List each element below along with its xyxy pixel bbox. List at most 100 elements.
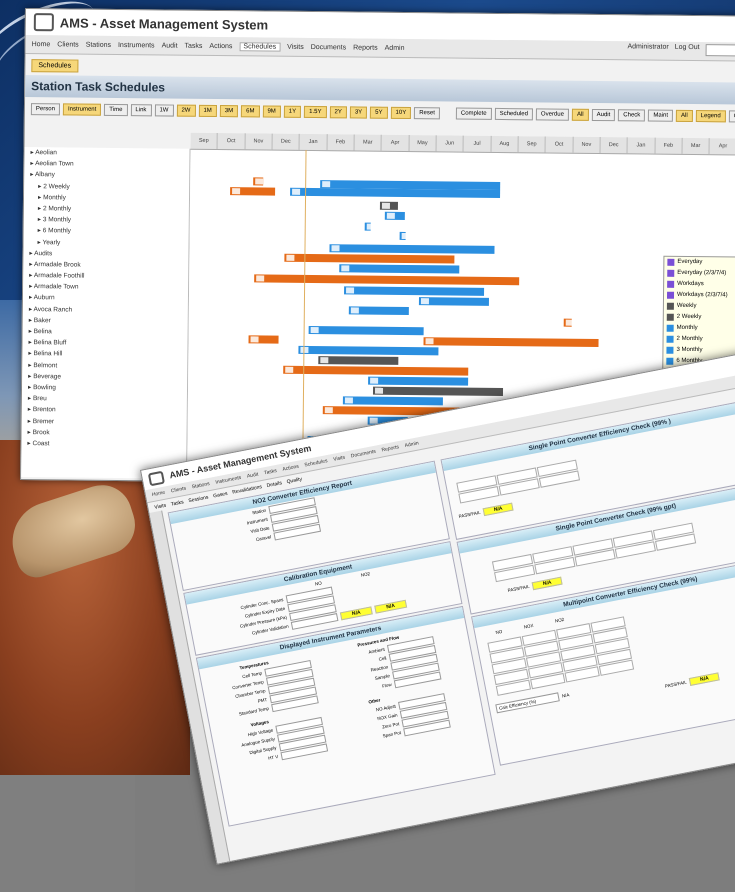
tree-item-label: Armadale Foothill (33, 272, 85, 280)
schedule-bar[interactable] (372, 386, 504, 397)
search-input[interactable] (705, 44, 735, 57)
schedule-bar[interactable] (379, 201, 398, 210)
menu2-item-reports[interactable]: Reports (381, 444, 399, 453)
menu2-item-schedules[interactable]: Schedules (304, 458, 328, 468)
legend-label: 2 Monthly (676, 335, 703, 343)
submenu-item-gases[interactable]: Gases (213, 490, 228, 499)
schedule-bar[interactable] (290, 187, 501, 198)
menu2-item-admin[interactable]: Admin (404, 440, 419, 449)
toolbar-right-btn-4[interactable]: Audit (591, 108, 616, 122)
toolbar-btn-0[interactable]: Person (30, 103, 61, 116)
admin-user[interactable]: Administrator (627, 43, 668, 55)
schedule-bar[interactable] (399, 231, 410, 240)
toolbar-btn-8[interactable]: 6M (241, 105, 260, 118)
tree-item[interactable]: ▸ Coast (21, 438, 186, 451)
toolbar-btn-6[interactable]: 1M (198, 104, 217, 118)
menu2-item-documents[interactable]: Documents (350, 449, 376, 460)
menu2-item-audit[interactable]: Audit (247, 472, 259, 480)
menu2-item-tasks[interactable]: Tasks (264, 468, 278, 476)
toolbar-btn-1[interactable]: Instrument (62, 103, 102, 116)
schedules-button[interactable]: Schedules (31, 59, 79, 73)
menu-item-admin[interactable]: Admin (385, 44, 405, 51)
schedule-bar[interactable] (254, 274, 520, 286)
menu2-item-visits[interactable]: Visits (333, 455, 346, 463)
toolbar-btn-12[interactable]: 2Y (329, 106, 347, 119)
bar-tag-icon (292, 188, 301, 195)
toolbar-right-btn-2[interactable]: Overdue (535, 108, 570, 121)
toolbar-right-btn-3[interactable]: All (571, 108, 589, 121)
toolbar-btn-7[interactable]: 3M (219, 105, 239, 118)
logout-link[interactable]: Log Out (675, 44, 700, 56)
schedule-bar[interactable] (384, 211, 405, 220)
submenu-item-sessions[interactable]: Sessions (188, 494, 209, 504)
toolbar-btn-10[interactable]: 1Y (283, 105, 302, 118)
calc-efficiency-button[interactable]: Calc Efficiency (%) (495, 692, 560, 714)
toolbar-btn-5[interactable]: 2W (176, 104, 196, 117)
schedule-bar[interactable] (253, 177, 264, 186)
schedule-bar[interactable] (423, 337, 599, 348)
toolbar-btn-13[interactable]: 3Y (349, 106, 368, 119)
menu-item-instruments[interactable]: Instruments (118, 41, 155, 48)
schedule-bar[interactable] (342, 396, 443, 406)
schedule-bar[interactable] (418, 297, 489, 306)
schedule-bar[interactable] (364, 222, 375, 231)
toolbar-btn-14[interactable]: 5Y (370, 106, 388, 119)
bar-tag-icon (370, 377, 379, 384)
menu-item-documents[interactable]: Documents (311, 43, 346, 50)
toolbar-right-btn-9[interactable]: Center (728, 110, 735, 123)
schedule-bar[interactable] (230, 187, 276, 196)
toolbar-right-btn-1[interactable]: Scheduled (494, 107, 534, 121)
bar-tag-icon (344, 397, 353, 404)
legend-label: Workdays (2/3/7/4) (677, 291, 728, 299)
schedule-bar[interactable] (344, 286, 485, 296)
menu2-item-stations[interactable]: Stations (191, 481, 210, 490)
schedule-bar[interactable] (368, 376, 469, 386)
toolbar-btn-9[interactable]: 9M (262, 105, 281, 118)
tree-item-label: Aeolian (35, 149, 57, 157)
schedule-bar[interactable] (298, 345, 439, 356)
toolbar-btn-15[interactable]: 10Y (390, 106, 412, 120)
schedule-bar[interactable] (283, 365, 469, 376)
toolbar-btn-16[interactable]: Reset (414, 107, 440, 120)
submenu-item-quality[interactable]: Quality (286, 476, 302, 485)
menu2-item-instruments[interactable]: Instruments (215, 475, 242, 486)
menu-item-audit[interactable]: Audit (162, 42, 178, 49)
submenu-item-visits[interactable]: Visits (154, 502, 167, 510)
menu-item-schedules[interactable]: Schedules (239, 41, 281, 52)
bar-tag-icon (286, 254, 295, 261)
menu-item-stations[interactable]: Stations (86, 41, 111, 48)
submenu-item-revalidations[interactable]: Revalidations (232, 484, 263, 496)
menu-item-clients[interactable]: Clients (57, 41, 78, 48)
menu2-item-clients[interactable]: Clients (170, 486, 186, 495)
timeline-month: Feb (327, 134, 355, 151)
toolbar-btn-3[interactable]: Link (130, 104, 152, 117)
menu-item-visits[interactable]: Visits (287, 43, 304, 50)
menu-item-home[interactable]: Home (32, 41, 51, 48)
menu-item-reports[interactable]: Reports (353, 44, 378, 51)
schedule-bar[interactable] (318, 356, 399, 365)
toolbar-right-btn-6[interactable]: Maint (648, 109, 674, 122)
schedule-bar[interactable] (339, 264, 460, 274)
toolbar-right-btn-0[interactable]: Complete (455, 107, 492, 120)
menu-item-actions[interactable]: Actions (209, 42, 232, 49)
submenu-item-details[interactable]: Details (266, 480, 282, 489)
schedule-bar[interactable] (348, 306, 409, 316)
menu-item-tasks[interactable]: Tasks (185, 42, 203, 49)
timeline-month: Mar (354, 134, 382, 151)
toolbar-right-btn-8[interactable]: Legend (695, 110, 726, 123)
schedule-bar[interactable] (284, 253, 455, 264)
timeline-month: Nov (573, 136, 601, 154)
schedule-bar[interactable] (308, 325, 424, 336)
tree-item-label: Yearly (42, 238, 61, 246)
toolbar-btn-2[interactable]: Time (104, 103, 128, 117)
submenu-item-tasks[interactable]: Tasks (170, 499, 184, 507)
schedule-bar[interactable] (329, 244, 495, 254)
toolbar-right-btn-7[interactable]: All (675, 109, 693, 122)
toolbar-btn-4[interactable]: 1W (154, 104, 174, 117)
menu2-item-actions[interactable]: Actions (282, 464, 299, 473)
schedule-bar[interactable] (563, 318, 574, 327)
toolbar-btn-11[interactable]: 1.5Y (304, 105, 327, 119)
schedule-bar[interactable] (248, 335, 279, 344)
toolbar-right-btn-5[interactable]: Check (618, 109, 646, 122)
menu2-item-home[interactable]: Home (151, 490, 165, 498)
